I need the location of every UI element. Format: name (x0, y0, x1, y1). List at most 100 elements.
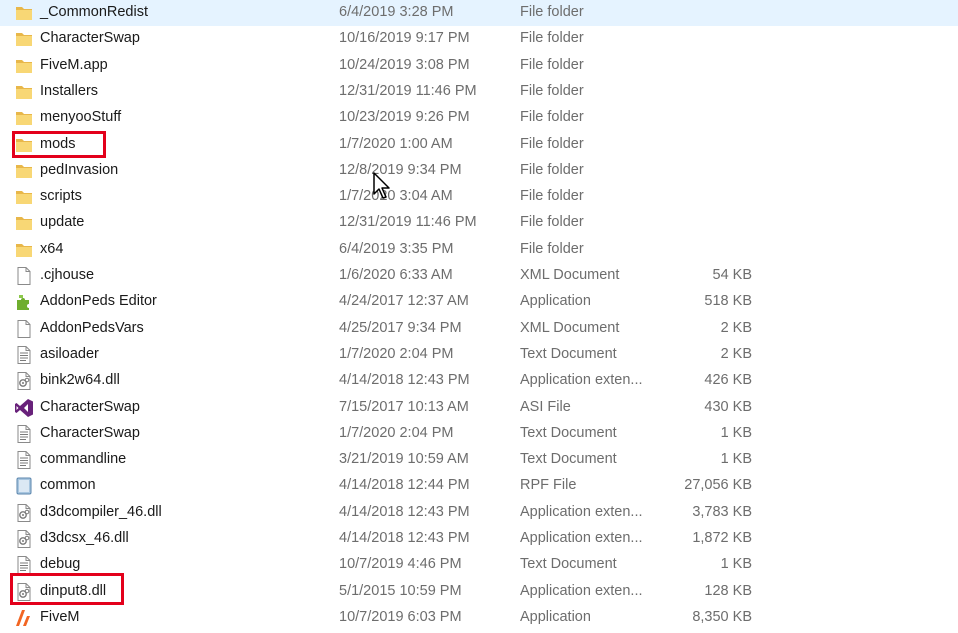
file-date-modified: 6/4/2019 3:28 PM (339, 4, 454, 20)
folder-icon (14, 135, 34, 155)
folder-icon (14, 161, 34, 181)
file-type: XML Document (520, 267, 620, 283)
file-size: 1 KB (720, 451, 752, 468)
mouse-cursor-icon (373, 172, 390, 199)
file-row[interactable]: bink2w64.dll 4/14/2018 12:43 PM Applicatio… (0, 368, 958, 394)
file-name: FiveM.app (40, 56, 108, 73)
file-row[interactable]: AddonPeds Editor 4/24/2017 12:37 AM Applic… (0, 289, 958, 315)
file-size: 1 KB (720, 556, 752, 573)
file-size: 426 KB (704, 372, 752, 389)
file-type: File folder (520, 82, 584, 99)
visual-studio-icon (14, 398, 34, 418)
folder-icon (14, 56, 34, 76)
file-type: Text Document (520, 451, 617, 468)
file-type: Application (520, 608, 591, 625)
file-type: File folder (520, 135, 584, 152)
file-row[interactable]: pedInvasion 12/8/2019 9:34 PM File folder (0, 158, 958, 184)
file-date-modified: 10/7/2019 6:03 PM (339, 608, 462, 625)
file-type: File folder (520, 109, 584, 126)
file-date-modified: 12/8/2019 9:34 PM (339, 161, 462, 178)
dll-file-icon (14, 529, 34, 549)
file-type: XML Document (520, 319, 620, 336)
file-row[interactable]: CharacterSwap 7/15/2017 10:13 AM ASI File 4… (0, 395, 958, 421)
file-name: dinput8.dll (40, 582, 107, 599)
file-name: update (40, 214, 85, 231)
file-size: 128 KB (704, 582, 752, 599)
file-name: CharacterSwap (40, 424, 140, 441)
file-row[interactable]: .cjhouse 1/6/2020 6:33 AM XML Document 54 K… (0, 263, 958, 289)
folder-icon (14, 3, 34, 23)
file-row[interactable]: asiloader 1/7/2020 2:04 PM Text Document 2 … (0, 342, 958, 368)
file-row[interactable]: common 4/14/2018 12:44 PM RPF File 27,056 K… (0, 473, 958, 499)
file-size: 27,056 KB (684, 477, 752, 494)
file-name: bink2w64.dll (40, 372, 120, 389)
file-date-modified: 4/14/2018 12:43 PM (339, 372, 470, 389)
file-name: AddonPeds Editor (40, 293, 157, 310)
file-date-modified: 1/7/2020 2:04 PM (339, 345, 454, 362)
file-date-modified: 4/14/2018 12:43 PM (339, 503, 470, 520)
file-date-modified: 4/25/2017 9:34 PM (339, 319, 462, 336)
file-date-modified: 12/31/2019 11:46 PM (339, 82, 477, 99)
dll-file-icon (14, 503, 34, 523)
file-type: Application exten... (520, 530, 643, 546)
file-name: asiloader (40, 345, 99, 362)
file-row[interactable]: CharacterSwap 10/16/2019 9:17 PM File fold… (0, 26, 958, 52)
fivem-app-icon (14, 608, 34, 628)
file-size: 1 KB (720, 424, 752, 441)
file-row[interactable]: mods 1/7/2020 1:00 AM File folder (0, 132, 958, 158)
file-row[interactable]: FiveM.app 10/24/2019 3:08 PM File folder (0, 53, 958, 79)
file-date-modified: 1/7/2020 2:04 PM (339, 424, 454, 441)
file-type: Application (520, 293, 591, 310)
folder-icon (14, 240, 34, 260)
dll-file-icon (14, 582, 34, 602)
file-row[interactable]: Installers 12/31/2019 11:46 PM File folder (0, 79, 958, 105)
file-row[interactable]: debug 10/7/2019 4:46 PM Text Document 1 KB (0, 552, 958, 578)
file-row[interactable]: dinput8.dll 5/1/2015 10:59 PM Application … (0, 579, 958, 605)
file-size: 3,783 KB (692, 503, 752, 520)
file-date-modified: 3/21/2019 10:59 AM (339, 451, 469, 468)
file-date-modified: 10/7/2019 4:46 PM (339, 556, 462, 573)
file-type: Text Document (520, 345, 617, 362)
file-date-modified: 6/4/2019 3:35 PM (339, 240, 454, 257)
file-name: scripts (40, 188, 82, 205)
file-row[interactable]: _CommonRedist 6/4/2019 3:28 PM File folder (0, 0, 958, 26)
file-row[interactable]: commandline 3/21/2019 10:59 AM Text Docume… (0, 447, 958, 473)
file-date-modified: 1/7/2020 1:00 AM (339, 135, 453, 152)
file-row[interactable]: d3dcompiler_46.dll 4/14/2018 12:43 PM Appl… (0, 500, 958, 526)
file-size: 2 KB (720, 345, 752, 362)
text-file-icon (14, 424, 34, 444)
file-type: File folder (520, 188, 584, 205)
folder-icon (14, 82, 34, 102)
folder-icon (14, 213, 34, 233)
file-type: Text Document (520, 424, 617, 441)
file-date-modified: 4/24/2017 12:37 AM (339, 293, 469, 310)
file-row[interactable]: CharacterSwap 1/7/2020 2:04 PM Text Docume… (0, 421, 958, 447)
file-date-modified: 1/6/2020 6:33 AM (339, 267, 453, 283)
file-type: File folder (520, 161, 584, 178)
file-date-modified: 10/23/2019 9:26 PM (339, 109, 470, 126)
blank-file-icon (14, 266, 34, 286)
text-file-icon (14, 450, 34, 470)
file-type: Application exten... (520, 582, 643, 599)
puzzle-app-icon (14, 292, 34, 312)
file-row[interactable]: menyooStuff 10/23/2019 9:26 PM File folder (0, 105, 958, 131)
file-name: mods (40, 135, 76, 152)
file-row[interactable]: x64 6/4/2019 3:35 PM File folder (0, 237, 958, 263)
blank-file-icon (14, 319, 34, 339)
file-date-modified: 4/14/2018 12:43 PM (339, 530, 470, 546)
file-type: File folder (520, 240, 584, 257)
file-type: Text Document (520, 556, 617, 573)
file-name: commandline (40, 451, 127, 468)
file-type: File folder (520, 214, 584, 231)
file-type: File folder (520, 30, 584, 47)
folder-icon (14, 29, 34, 49)
file-row[interactable]: update 12/31/2019 11:46 PM File folder (0, 210, 958, 236)
file-type: File folder (520, 56, 584, 73)
file-row[interactable]: scripts 1/7/2020 3:04 AM File folder (0, 184, 958, 210)
file-row[interactable]: d3dcsx_46.dll 4/14/2018 12:43 PM Applicati… (0, 526, 958, 552)
file-row[interactable]: AddonPedsVars 4/25/2017 9:34 PM XML Docume… (0, 316, 958, 342)
file-name: CharacterSwap (40, 398, 140, 415)
file-date-modified: 5/1/2015 10:59 PM (339, 582, 462, 599)
file-size: 2 KB (720, 319, 752, 336)
file-row[interactable]: FiveM 10/7/2019 6:03 PM Application 8,350 K… (0, 605, 958, 631)
